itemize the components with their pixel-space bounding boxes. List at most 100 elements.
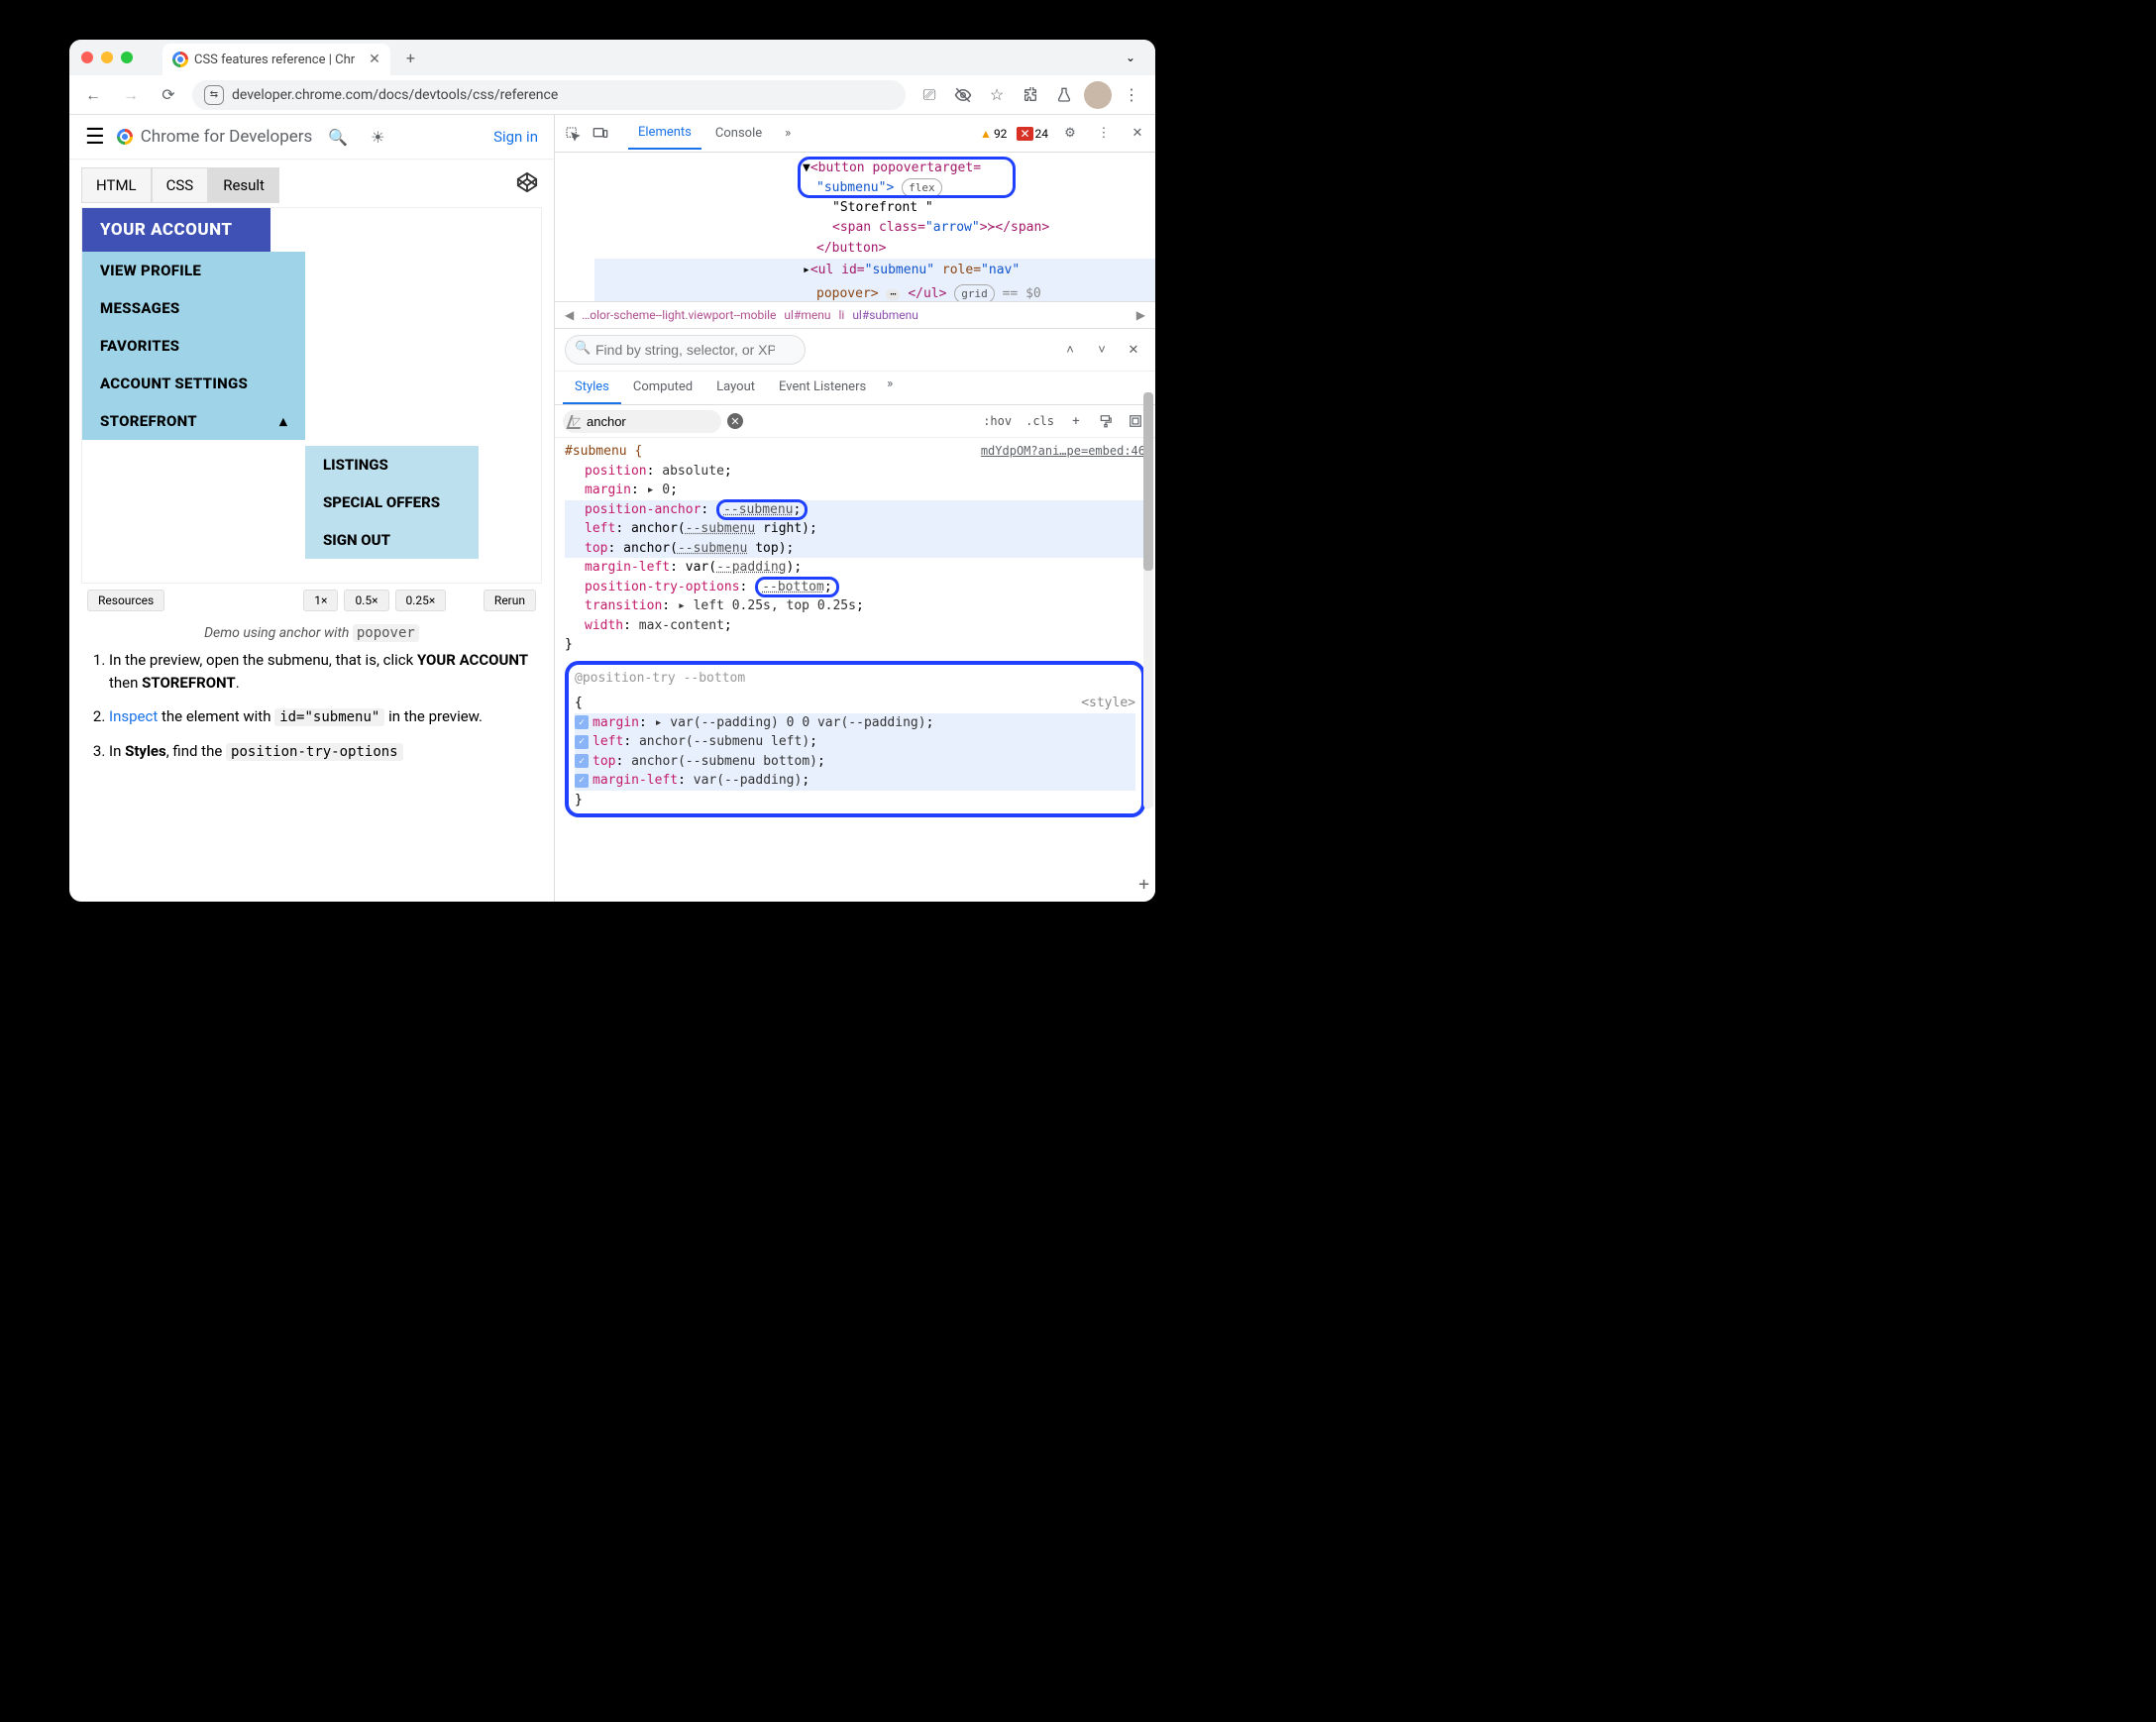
codepen-icon[interactable] <box>512 167 542 197</box>
dom-tree[interactable]: ▼<button popovertarget= "submenu"> flex … <box>555 153 1155 301</box>
window-close-button[interactable] <box>81 52 93 63</box>
flyout-sign-out[interactable]: SIGN OUT <box>305 521 479 559</box>
menu-item-messages[interactable]: MESSAGES <box>82 289 305 327</box>
find-input[interactable] <box>565 335 806 365</box>
zoom-025x[interactable]: 0.25× <box>395 590 447 611</box>
new-rule-icon[interactable]: + <box>1064 409 1088 433</box>
resources-button[interactable]: Resources <box>87 590 164 611</box>
breadcrumb-right-icon[interactable]: ▶ <box>1136 308 1145 322</box>
hov-toggle[interactable]: :hov <box>979 412 1016 430</box>
chevron-right-icon: ▴ <box>279 412 287 430</box>
devtools-tab-console[interactable]: Console <box>705 118 772 149</box>
prop-checkbox[interactable]: ✓ <box>575 754 589 768</box>
event-listeners-tab[interactable]: Event Listeners <box>767 372 878 404</box>
demo-preview: YOUR ACCOUNT VIEW PROFILE MESSAGES FAVOR… <box>81 207 542 584</box>
tab-close-button[interactable]: ✕ <box>369 52 380 67</box>
devtools-menu-icon[interactable]: ⋮ <box>1092 122 1116 146</box>
menu-item-account-settings[interactable]: ACCOUNT SETTINGS <box>82 365 305 402</box>
demo-tab-css[interactable]: CSS <box>152 167 209 203</box>
add-declaration-icon[interactable]: + <box>1138 871 1149 898</box>
site-brand: Chrome for Developers <box>117 127 313 147</box>
step-2: Inspect the element with id="submenu" in… <box>109 705 542 728</box>
layout-tab[interactable]: Layout <box>704 372 767 404</box>
back-button[interactable]: ← <box>79 81 107 109</box>
window-maximize-button[interactable] <box>121 52 133 63</box>
menu-item-favorites[interactable]: FAVORITES <box>82 327 305 365</box>
page-search-icon[interactable]: 🔍 <box>324 123 352 151</box>
window-minimize-button[interactable] <box>101 52 113 63</box>
forward-button[interactable]: → <box>117 81 145 109</box>
highlight-anchor-name: --submenu; <box>716 499 808 520</box>
prop-checkbox[interactable]: ✓ <box>575 715 589 729</box>
browser-tab[interactable]: CSS features reference | Chr ✕ <box>162 44 390 75</box>
cast-icon[interactable]: ⎚ <box>916 81 943 109</box>
bookmark-icon[interactable]: ☆ <box>983 81 1011 109</box>
inspect-link[interactable]: Inspect <box>109 707 158 725</box>
submenu-flyout: LISTINGS SPECIAL OFFERS SIGN OUT <box>305 446 479 559</box>
rerun-button[interactable]: Rerun <box>484 590 536 611</box>
warnings-badge[interactable]: ▲92 <box>980 127 1007 141</box>
profile-avatar[interactable] <box>1084 81 1112 109</box>
styles-pane[interactable]: #submenu {mdYdpOM?ani…pe=embed:46 positi… <box>555 438 1155 902</box>
new-tab-button[interactable]: + <box>398 45 423 71</box>
incognito-off-icon[interactable] <box>949 81 977 109</box>
theme-toggle-icon[interactable]: ☀ <box>364 123 391 151</box>
dom-breadcrumb[interactable]: ◀ …olor-scheme--light.viewport--mobile u… <box>555 301 1155 329</box>
flyout-special-offers[interactable]: SPECIAL OFFERS <box>305 484 479 521</box>
address-bar[interactable]: ⇆ developer.chrome.com/docs/devtools/css… <box>192 80 906 110</box>
device-toolbar-icon[interactable] <box>589 122 612 146</box>
zoom-05x[interactable]: 0.5× <box>344 590 388 611</box>
dom-expand-dots[interactable]: ⋯ <box>886 289 900 300</box>
errors-badge[interactable]: ✕24 <box>1017 127 1048 141</box>
reload-button[interactable]: ⟳ <box>155 81 182 109</box>
inspect-element-icon[interactable] <box>561 122 585 146</box>
menu-item-storefront[interactable]: STOREFRONT▴ <box>82 402 305 440</box>
tab-title: CSS features reference | Chr <box>194 53 355 67</box>
zoom-1x[interactable]: 1× <box>303 590 338 611</box>
breadcrumb-left-icon[interactable]: ◀ <box>565 308 574 322</box>
labs-icon[interactable] <box>1050 81 1078 109</box>
prop-checkbox[interactable]: ✓ <box>575 774 589 788</box>
step-3: In Styles, find the position-try-options <box>109 740 542 763</box>
favicon-icon <box>172 52 188 67</box>
paint-icon[interactable] <box>1094 409 1118 433</box>
style-source[interactable]: <style> <box>1081 694 1135 713</box>
highlight-position-try: --bottom; <box>755 577 838 597</box>
highlight-button-element <box>798 157 1016 198</box>
find-next-icon[interactable]: ˅ <box>1090 338 1114 362</box>
find-close-icon[interactable]: ✕ <box>1122 338 1145 362</box>
flyout-listings[interactable]: LISTINGS <box>305 446 479 484</box>
styles-tab[interactable]: Styles <box>563 372 621 404</box>
devtools-vertical-scrollbar[interactable] <box>1143 392 1153 808</box>
cls-toggle[interactable]: .cls <box>1022 412 1058 430</box>
menu-account-button[interactable]: YOUR ACCOUNT <box>82 208 270 252</box>
chrome-logo-icon <box>117 129 133 145</box>
chrome-menu-button[interactable]: ⋮ <box>1118 81 1145 109</box>
extensions-icon[interactable] <box>1017 81 1044 109</box>
clear-filter-icon[interactable]: ✕ <box>727 413 743 429</box>
site-info-icon[interactable]: ⇆ <box>204 85 224 105</box>
menu-item-view-profile[interactable]: VIEW PROFILE <box>82 252 305 289</box>
url-text: developer.chrome.com/docs/devtools/css/r… <box>232 87 558 103</box>
step-1: In the preview, open the submenu, that i… <box>109 649 542 694</box>
hamburger-icon[interactable]: ☰ <box>85 125 105 150</box>
source-link[interactable]: mdYdpOM?ani…pe=embed:46 <box>981 442 1145 460</box>
devtools-close-icon[interactable]: ✕ <box>1126 122 1149 146</box>
prop-checkbox[interactable]: ✓ <box>575 735 589 749</box>
demo-tab-html[interactable]: HTML <box>81 167 152 203</box>
settings-icon[interactable]: ⚙ <box>1058 122 1082 146</box>
page-header: ☰ Chrome for Developers 🔍 ☀ Sign in <box>69 115 554 160</box>
more-style-tabs-icon[interactable]: » <box>878 372 902 395</box>
demo-tab-result[interactable]: Result <box>208 167 279 203</box>
devtools-panel: Elements Console » ▲92 ✕24 ⚙ ⋮ ✕ ▼<butto… <box>555 115 1155 902</box>
sign-in-link[interactable]: Sign in <box>493 128 538 146</box>
tab-list-button[interactable]: ⌄ <box>1118 49 1143 66</box>
titlebar: CSS features reference | Chr ✕ + ⌄ <box>69 40 1155 75</box>
more-tabs-icon[interactable]: » <box>776 122 800 146</box>
grid-badge[interactable]: grid <box>954 284 995 301</box>
computed-tab[interactable]: Computed <box>621 372 704 404</box>
demo-caption: Demo using anchor with popover <box>81 617 542 649</box>
devtools-tab-elements[interactable]: Elements <box>628 117 701 150</box>
find-prev-icon[interactable]: ˄ <box>1058 338 1082 362</box>
styles-filter-input[interactable] <box>563 410 721 433</box>
